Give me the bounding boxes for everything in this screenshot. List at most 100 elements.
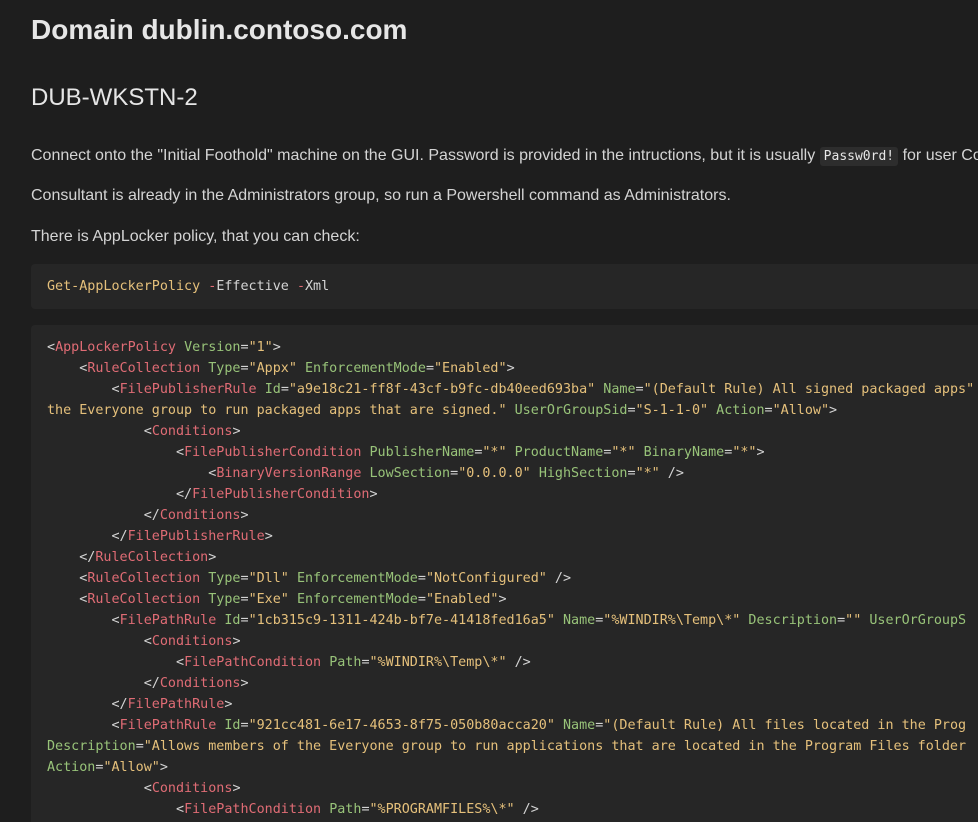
- code-token: <: [47, 613, 120, 628]
- code-line: <Conditions>: [47, 421, 975, 442]
- code-token: RuleCollection: [87, 592, 201, 607]
- code-token: "Enabled": [425, 592, 499, 607]
- code-line: <FilePathCondition Path="%PROGRAMFILES%\…: [47, 799, 975, 820]
- paragraph-admin: Consultant is already in the Administrat…: [31, 187, 731, 204]
- code-line: <FilePathRule Id="921cc481-6e17-4653-8f7…: [47, 715, 975, 736]
- code-token: FilePathRule: [119, 613, 217, 628]
- code-token: Id: [224, 613, 241, 628]
- code-token: RuleCollection: [95, 550, 209, 565]
- code-line: <RuleCollection Type="Dll" EnforcementMo…: [47, 568, 975, 589]
- code-token: />: [506, 655, 531, 670]
- code-token: >: [829, 403, 838, 418]
- code-token: >: [232, 781, 241, 796]
- code-token: />: [546, 571, 572, 586]
- inline-code-password[interactable]: Passw0rd!: [819, 147, 899, 166]
- code-token: Type: [208, 592, 241, 607]
- code-token: Id: [264, 382, 281, 397]
- code-token: =: [240, 571, 249, 586]
- code-line: <Conditions>: [47, 631, 975, 652]
- code-token: Conditions: [159, 676, 241, 691]
- code-token: <: [47, 655, 185, 670]
- code-token: =: [240, 361, 249, 376]
- code-token: >: [272, 340, 281, 355]
- code-token: Conditions: [151, 424, 233, 439]
- code-token: HighSection: [538, 466, 628, 481]
- code-token: </: [47, 550, 96, 565]
- code-token: =: [361, 802, 370, 817]
- xml-output-code-block[interactable]: <AppLockerPolicy Version="1"> <RuleColle…: [31, 325, 978, 822]
- code-token: FilePathRule: [127, 697, 225, 712]
- code-token: LowSection: [369, 466, 451, 481]
- code-token: Conditions: [151, 781, 233, 796]
- code-token: >: [240, 676, 249, 691]
- page-title: Domain dublin.contoso.com: [31, 14, 408, 45]
- code-token: =: [280, 382, 289, 397]
- code-token: Conditions: [151, 634, 233, 649]
- code-line: <FilePublisherCondition PublisherName="*…: [47, 442, 975, 463]
- code-token: Name: [562, 613, 596, 628]
- code-token: "921cc481-6e17-4653-8f75-050b80acca20": [248, 718, 555, 733]
- code-token: >: [208, 550, 217, 565]
- code-token: FilePublisherRule: [119, 382, 257, 397]
- code-token: Version: [184, 340, 241, 355]
- code-token: <: [47, 340, 56, 355]
- code-token: >: [498, 592, 507, 607]
- code-token: the Everyone group to run packaged apps …: [47, 403, 507, 418]
- code-token: >: [232, 424, 241, 439]
- code-token: AppLockerPolicy: [55, 340, 176, 355]
- code-token: =: [450, 466, 459, 481]
- code-token: =: [417, 592, 426, 607]
- code-token: <: [47, 466, 217, 481]
- param-token: Xml: [305, 279, 330, 294]
- code-line: <RuleCollection Type="Exe" EnforcementMo…: [47, 589, 975, 610]
- code-token: <: [47, 361, 88, 376]
- code-token: "%PROGRAMFILES%\*": [369, 802, 515, 817]
- code-token: Description: [47, 739, 136, 754]
- code-token: ProductName: [514, 445, 604, 460]
- code-token: <: [47, 781, 152, 796]
- code-token: =: [627, 466, 636, 481]
- code-line: <AppLockerPolicy Version="1">: [47, 337, 975, 358]
- code-token: =: [361, 655, 370, 670]
- command-code-block[interactable]: Get-AppLockerPolicy -Effective -Xml: [31, 264, 978, 309]
- code-token: >: [369, 487, 378, 502]
- code-token: "(Default Rule) All signed packaged apps…: [643, 382, 975, 397]
- code-token: EnforcementMode: [296, 571, 418, 586]
- code-token: "%WINDIR%\Temp\*": [603, 613, 741, 628]
- code-token: FilePublisherCondition: [192, 487, 370, 502]
- code-token: "Allows members of the Everyone group to…: [143, 739, 967, 754]
- code-line: <Conditions>: [47, 778, 975, 799]
- code-token: =: [240, 592, 249, 607]
- code-line: Action="Allow">: [47, 757, 975, 778]
- code-line: <RuleCollection Type="Appx" EnforcementM…: [47, 358, 975, 379]
- code-line: <FilePathCondition Path="%WINDIR%\Temp\*…: [47, 652, 975, 673]
- code-line: </FilePublisherCondition>: [47, 484, 975, 505]
- code-token: </: [47, 676, 160, 691]
- code-token: BinaryName: [643, 445, 725, 460]
- code-token: "Allow": [103, 760, 160, 775]
- code-token: =: [627, 403, 636, 418]
- code-token: />: [514, 802, 539, 817]
- code-line: </FilePublisherRule>: [47, 526, 975, 547]
- code-token: =: [837, 613, 846, 628]
- code-token: >: [240, 508, 249, 523]
- code-line: </Conditions>: [47, 673, 975, 694]
- param-token: Effective: [216, 279, 289, 294]
- code-token: "0.0.0.0": [458, 466, 531, 481]
- code-token: =: [764, 403, 773, 418]
- document-page: Domain dublin.contoso.com DUB-WKSTN-2 Co…: [0, 0, 978, 822]
- code-token: "": [845, 613, 862, 628]
- code-line: Description="Allows members of the Every…: [47, 736, 975, 757]
- code-token: <: [47, 571, 88, 586]
- code-token: =: [240, 718, 249, 733]
- section-heading: DUB-WKSTN-2: [31, 84, 198, 111]
- code-token: Type: [208, 571, 241, 586]
- code-line: <FilePublisherRule Id="a9e18c21-ff8f-43c…: [47, 379, 975, 400]
